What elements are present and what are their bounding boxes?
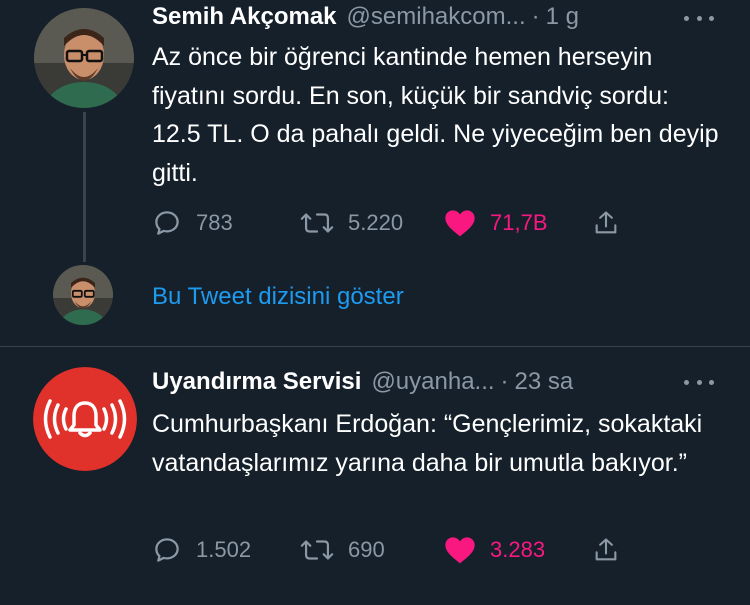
tweet-header: Uyandırma Servisi @uyanha... · 23 sa [152,365,573,399]
reply-button[interactable]: 783 [152,203,233,243]
avatar-uyandirma[interactable] [33,367,137,471]
like-button[interactable]: 71,7B [444,203,548,243]
author-handle[interactable]: @semihakcom... [347,3,526,31]
reply-icon [155,538,179,562]
reply-icon [155,211,179,235]
tweet-actions: 783 5.220 71,7B [152,203,632,243]
reply-button[interactable]: 1.502 [152,530,251,570]
show-thread-link[interactable]: Bu Tweet dizisini göster [152,280,404,314]
tweet-time[interactable]: 1 g [546,3,579,31]
avatar-photo-small [53,265,113,325]
retweet-count: 690 [348,537,385,562]
author-handle[interactable]: @uyanha... [371,368,494,396]
separator-dot: · [531,3,540,30]
like-count: 71,7B [490,210,548,235]
share-icon [595,538,617,561]
share-button[interactable] [592,530,620,570]
like-count: 3.283 [490,537,546,562]
share-icon [595,211,617,234]
tweet-uyandirma[interactable]: Uyandırma Servisi @uyanha... · 23 sa Cum… [0,347,750,605]
share-button[interactable] [592,203,620,243]
heart-icon [445,210,475,237]
retweet-icon [300,213,334,233]
author-name[interactable]: Semih Akçomak [152,3,337,31]
avatar-semih[interactable] [34,8,134,108]
heart-icon [445,537,475,564]
avatar-photo [34,8,134,108]
retweet-count: 5.220 [348,210,404,235]
more-icon[interactable] [684,8,714,28]
retweet-icon [300,540,334,560]
author-name[interactable]: Uyandırma Servisi [152,368,361,396]
retweet-button[interactable]: 690 [300,530,385,570]
thread-avatar-small[interactable] [53,265,113,325]
tweet-text: Az önce bir öğrenci kantinde hemen herse… [152,43,719,187]
reply-count: 1.502 [196,537,252,562]
tweet-semih[interactable]: Semih Akçomak @semihakcom... · 1 g Az ön… [0,0,750,345]
tweet-time[interactable]: 23 sa [515,368,574,396]
separator-dot: · [500,368,509,395]
tweet-header: Semih Akçomak @semihakcom... · 1 g [152,0,579,34]
more-icon[interactable] [684,372,714,392]
tweet-actions: 1.502 690 3.283 [152,530,632,570]
reply-count: 783 [196,210,233,235]
tweet-text: Cumhurbaşkanı Erdoğan: “Gençlerimiz, sok… [152,410,703,477]
like-button[interactable]: 3.283 [444,530,545,570]
thread-line [83,112,86,262]
retweet-button[interactable]: 5.220 [300,203,403,243]
alarm-logo [33,367,137,471]
